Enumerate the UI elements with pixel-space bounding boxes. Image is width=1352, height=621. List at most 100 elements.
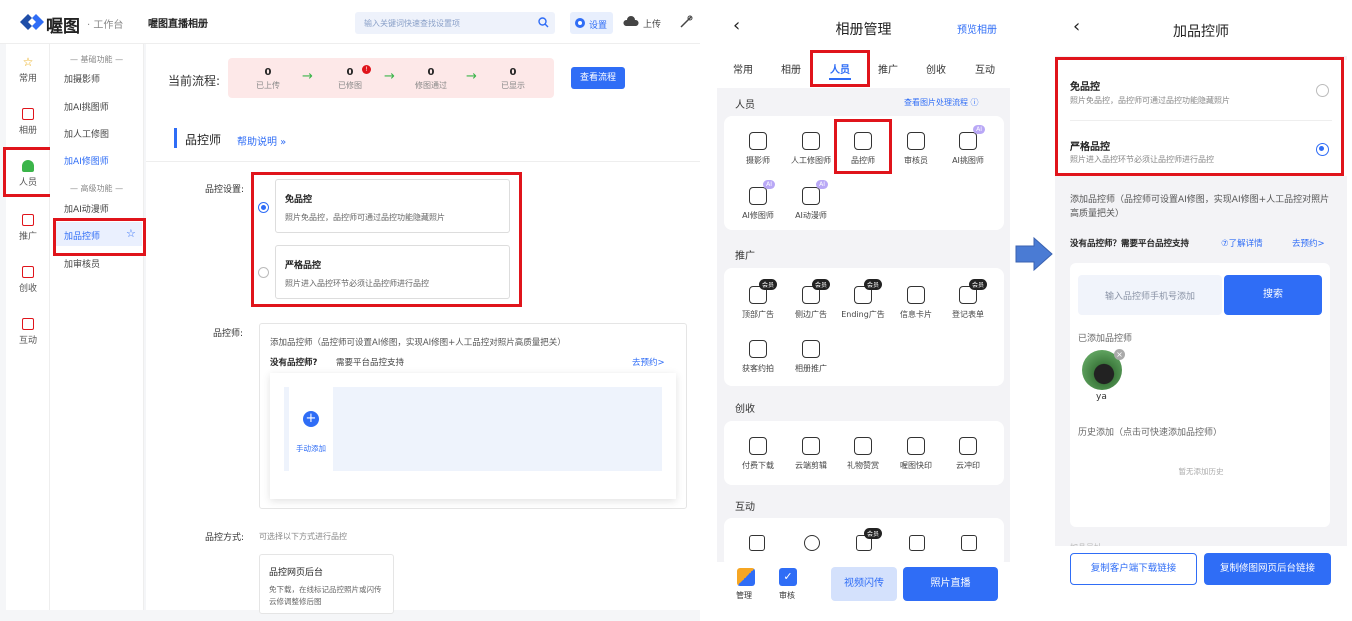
flow-step: 0 修图通过 [415,67,447,90]
grid-item-ending-ad[interactable]: 会员 Ending广告 [837,279,889,320]
manage-icon[interactable] [737,568,755,586]
comment-icon[interactable]: 会员 [856,528,882,551]
copy-web-link-button[interactable]: 复制修图网页后台链接 [1204,553,1331,585]
tab-common[interactable]: 常用 [733,61,753,76]
phone-input[interactable]: 输入品控师手机号添加 [1078,275,1222,315]
grid-item-paid-download[interactable]: 付费下载 [732,437,784,471]
sub-menu: — 基础功能 — 加摄影师 加AI挑图师 加人工修图 加AI修图师 — 高级功能… [50,44,144,610]
grid-item-ai-anime[interactable]: AI AI动漫师 [785,180,837,221]
alert-dot-icon: ! [362,65,371,74]
grid-item-quick-print[interactable]: 喔图快印 [890,437,942,471]
ai-anime-icon: AI [802,180,828,205]
yen-icon[interactable] [909,535,925,551]
settings-button[interactable]: 设置 [570,12,613,34]
tools-icon[interactable] [679,15,693,29]
search-icon[interactable] [538,17,549,28]
grid-item-photographer[interactable]: 摄影师 [732,132,784,166]
nav-income[interactable]: 创收 [6,266,50,294]
web-backend-card[interactable]: 品控网页后台 免下载，在线标记品控照片或闪传 云修调整修后图 [259,554,394,614]
submenu-item[interactable]: 加审核员 [64,257,100,270]
album-title: 喔图直播相册 [148,19,208,30]
view-flow-button[interactable]: 查看流程 [571,67,625,89]
manual-add-button[interactable]: + 手动添加 [289,387,333,471]
tab-interact[interactable]: 互动 [975,61,995,76]
phone-album-manage: ‹ 相册管理 预览相册 常用 相册 人员 推广 创收 互动 人员 查看图片处理流… [717,0,1010,621]
gift-icon [854,437,872,455]
submenu-item[interactable]: 加AI挑图师 [64,100,109,113]
phone-placeholder: 输入品控师手机号添加 [1105,292,1196,302]
copy-client-link-button[interactable]: 复制客户端下载链接 [1070,553,1197,585]
tab-income[interactable]: 创收 [926,61,946,76]
income-card: 付费下载 云端剪辑 礼物赞赏 喔图快印 云冲印 [724,421,1004,485]
search-input[interactable]: 输入关键词快速查找设置项 [364,18,460,29]
cloud-upload-icon[interactable] [623,16,639,27]
grid-item-gift[interactable]: 礼物赞赏 [837,437,889,471]
grid-item-ai-retoucher[interactable]: AI AI修图师 [732,180,784,221]
logo-text: 喔图 [46,17,80,37]
submenu-item[interactable]: 加AI动漫师 [64,202,109,215]
grid-item-lead[interactable]: 获客约拍 [732,340,784,374]
grid-item-top-ad[interactable]: 会员 顶部广告 [732,279,784,320]
music-icon[interactable] [804,535,820,551]
nav-promo[interactable]: 推广 [6,214,50,242]
arrow-right-icon: → [466,69,477,84]
photo-live-button[interactable]: 照片直播 [903,567,998,601]
reserve-link[interactable]: 去预约> [1292,237,1325,249]
phone-add-qc: ‹ 加品控师 免品控 照片免品控，品控师可通过品控功能隐藏照片 严格品控 照片进… [1055,0,1347,621]
ai-search-icon: AI [959,125,985,150]
remove-icon[interactable]: × [1114,349,1125,360]
grid-item-ai-picker[interactable]: AI AI挑图师 [942,125,994,166]
grid-item-album-promo[interactable]: 相册推广 [785,340,837,374]
nav-label: 常用 [18,74,37,84]
reserve-link[interactable]: 去预约> [632,356,665,368]
upload-label[interactable]: 上传 [643,17,661,30]
flow-step: 0 已上传 [256,67,280,90]
highlight-staff-nav [3,147,53,197]
settings-label: 设置 [589,21,608,31]
nav-interact[interactable]: 互动 [6,318,50,346]
qc-person-label: 品控师: [213,329,244,339]
top-bar: 喔图 · 工作台 喔图直播相册 输入关键词快速查找设置项 设置 上传 [0,0,700,44]
top-ad-icon: 会员 [749,279,777,304]
learn-more-link[interactable]: ⑦了解详情 [1221,237,1263,249]
album-icon [22,108,34,120]
search-button[interactable]: 搜索 [1224,275,1322,315]
grid-item-cloud-edit[interactable]: 云端剪辑 [785,437,837,471]
section-staff: 人员 [735,100,755,111]
tab-promo[interactable]: 推广 [878,61,898,76]
grid-item-form[interactable]: 会员 登记表单 [942,279,994,320]
download-icon [749,437,767,455]
screen-icon[interactable] [961,535,977,551]
added-user-name: ya [1096,392,1107,402]
video-flash-button[interactable]: 视频闪传 [831,567,897,601]
help-link[interactable]: 帮助说明 » [237,133,286,148]
plus-icon: + [303,411,319,427]
grid-item-retoucher[interactable]: 人工修图师 [785,132,837,166]
nav-common[interactable]: ☆ 常用 [6,56,50,84]
grid-item-cloud-print[interactable]: 云冲印 [942,437,994,471]
view-flow-link[interactable]: 查看图片处理流程 ⓘ [904,97,979,108]
submenu-item[interactable]: 加AI修图师 [64,154,109,167]
tab-album[interactable]: 相册 [781,61,801,76]
submenu-item[interactable]: 加人工修图 [64,127,109,140]
web-backend-desc: 云修调整修后图 [269,597,322,606]
phone-title: 加品控师 [1173,24,1229,40]
bottom-review-label[interactable]: 审核 [779,590,795,601]
highlight-qc-options [1055,57,1344,176]
review-icon[interactable]: ✓ [779,568,797,586]
search-box[interactable]: 输入关键词快速查找设置项 [355,12,555,34]
nav-album[interactable]: 相册 [6,108,50,136]
preview-album-link[interactable]: 预览相册 [957,21,997,36]
web-backend-desc: 免下载，在线标记品控照片或闪传 [269,585,382,594]
chat-icon [22,318,34,330]
submenu-item[interactable]: 加摄影师 [64,72,100,85]
grid-item-side-ad[interactable]: 会员 侧边广告 [785,279,837,320]
highlight-qc-item [834,119,892,174]
grid-item-info-card[interactable]: 信息卡片 [890,286,942,320]
need-support-text: 需要平台品控支持 [336,358,405,368]
bottom-manage-label[interactable]: 管理 [736,590,752,601]
section-interact: 互动 [735,502,755,513]
grid-item-reviewer[interactable]: 审核员 [890,132,942,166]
like-icon[interactable] [749,535,765,551]
camera-person-icon [749,132,767,150]
